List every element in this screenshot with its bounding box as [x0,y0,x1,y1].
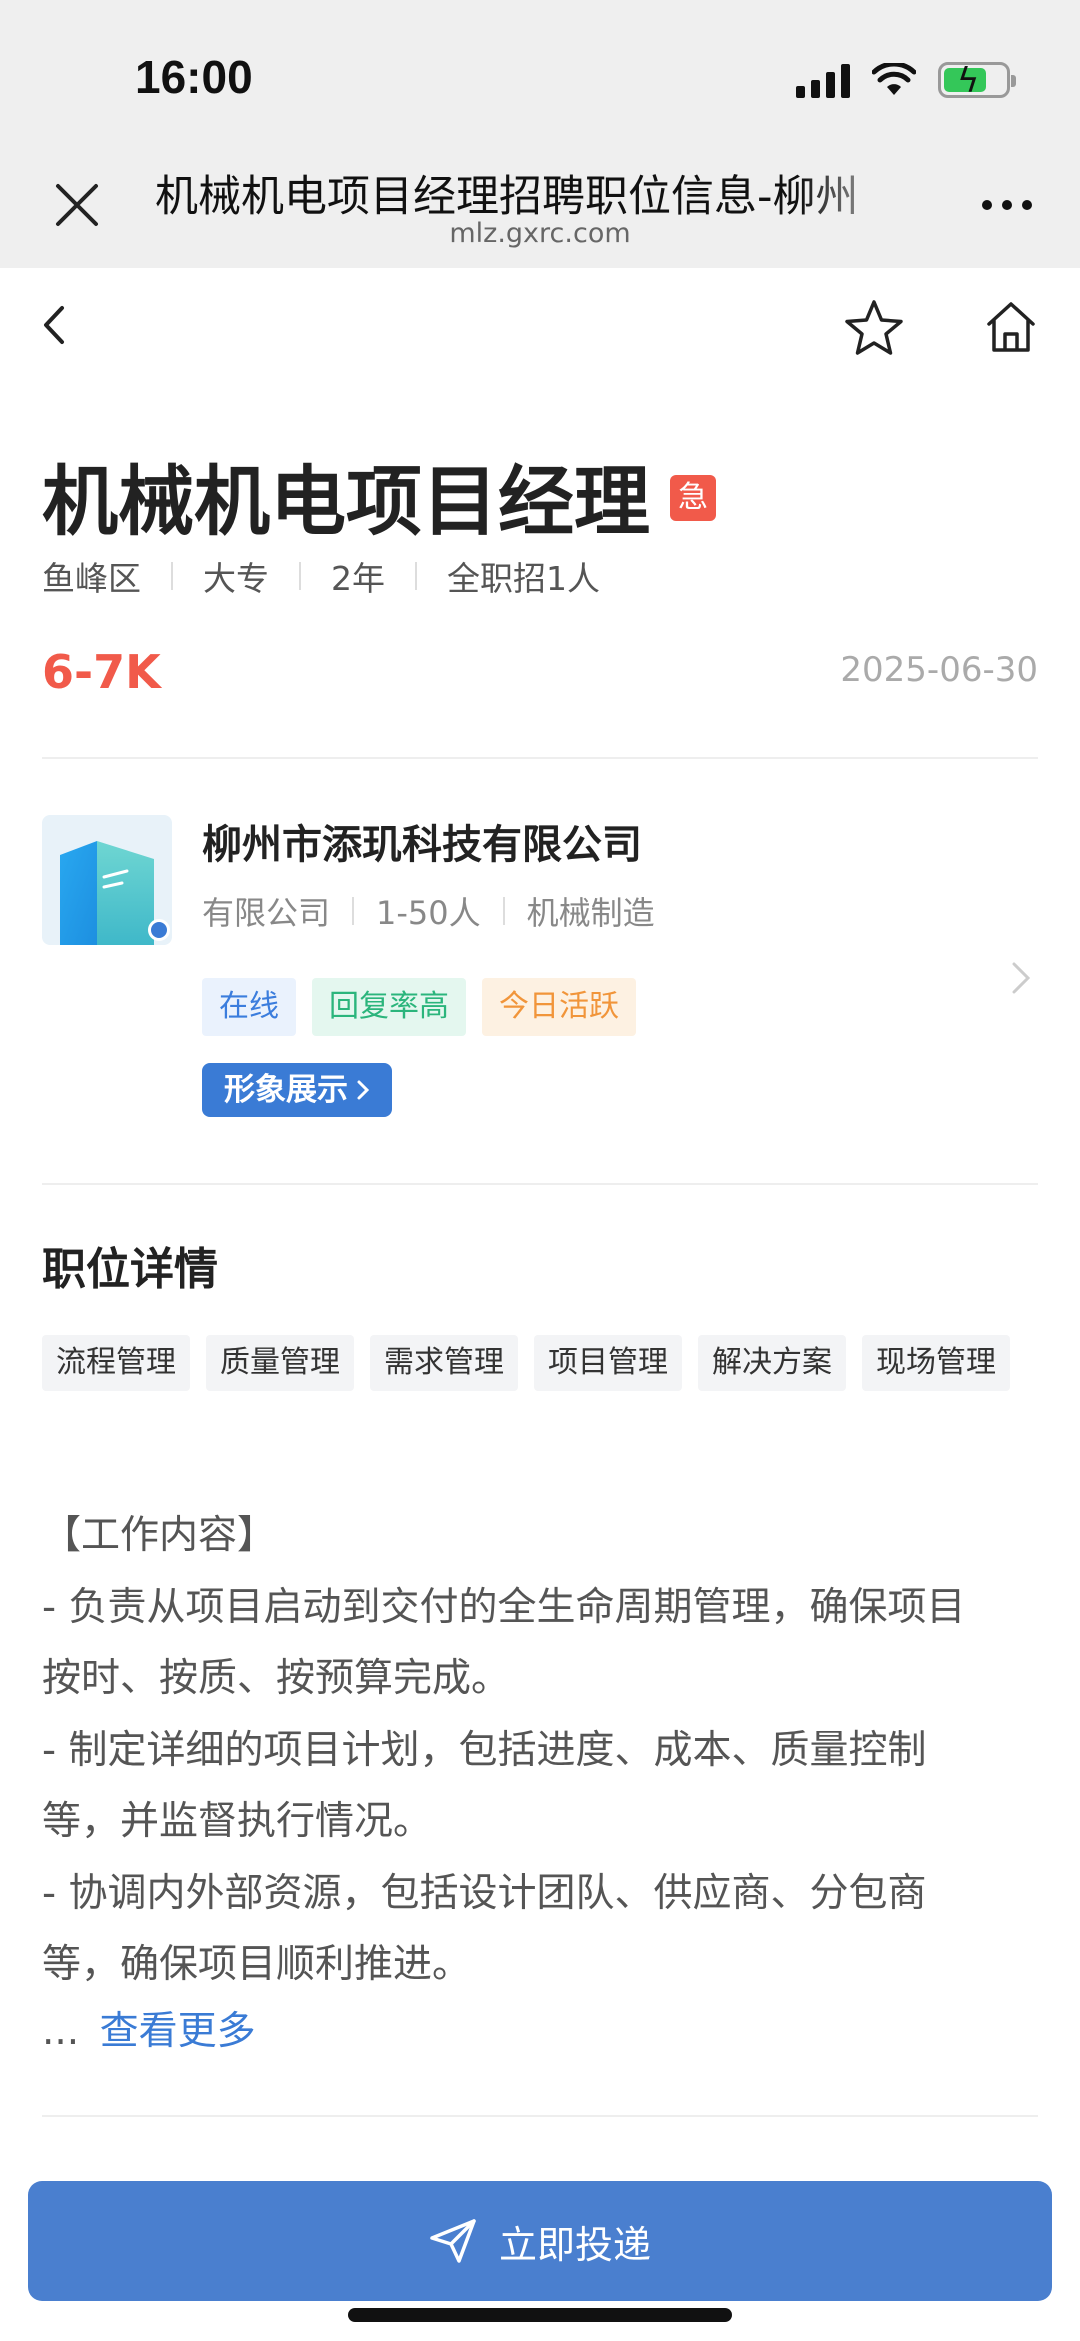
skill-tag: 现场管理 [862,1335,1010,1391]
description-line: 等，并监督执行情况。 [42,1799,433,1844]
description-line: 【工作内容】 [42,1513,277,1558]
divider [42,2115,1038,2117]
skill-tag: 项目管理 [534,1335,682,1391]
job-description: 【工作内容】 - 负责从项目启动到交付的全生命周期管理，确保项目 按时、按质、按… [42,1500,1042,2001]
browser-page-title: 机械机电项目经理招聘职位信息-柳州 [155,172,859,222]
company-logo [42,815,172,945]
skill-tag: 流程管理 [42,1335,190,1391]
company-industry: 机械制造 [526,894,655,932]
chevron-right-icon [357,1080,370,1100]
ellipsis: ... [42,2009,80,2054]
description-line: - 制定详细的项目计划，包括进度、成本、质量控制 [42,1727,927,1773]
company-meta: 有限公司 1-50人 机械制造 [202,888,655,934]
skill-tag: 需求管理 [370,1335,518,1391]
back-icon[interactable] [36,300,72,350]
status-time: 16:00 [135,51,253,103]
skill-tag: 质量管理 [206,1335,354,1391]
skill-tags: 流程管理 质量管理 需求管理 项目管理 解决方案 现场管理 [42,1335,1042,1391]
status-icons: ϟ [796,58,1016,102]
post-date: 2025-06-30 [840,650,1038,690]
online-dot [148,919,170,941]
separator [299,562,301,590]
see-more-link[interactable]: 查看更多 [100,2009,256,2054]
cellular-signal-icon [796,62,850,98]
description-line: - 协调内外部资源，包括设计团队、供应商、分包商 [42,1870,927,1916]
tag-active-today: 今日活跃 [482,978,636,1036]
description-line: - 负责从项目启动到交付的全生命周期管理，确保项目 [42,1584,966,1630]
divider [42,1183,1038,1185]
company-showcase-button[interactable]: 形象展示 [202,1063,392,1117]
section-title-job-details: 职位详情 [42,1244,218,1295]
apply-label: 立即投递 [498,2222,651,2267]
showcase-label: 形象展示 [224,1072,348,1108]
browser-url: mlz.gxrc.com [449,218,631,249]
chevron-right-icon[interactable] [1010,960,1032,996]
wifi-icon [872,63,916,95]
job-title-text: 机械机电项目经理 [42,457,650,546]
separator [502,897,505,925]
job-location: 鱼峰区 [42,559,141,598]
company-type: 有限公司 [202,894,331,932]
description-line: 按时、按质、按预算完成。 [42,1656,511,1701]
browser-chrome: 16:00 ϟ 机械机电项目经理招聘职位信息-柳州 mlz.gxrc.com [0,0,1080,268]
job-experience: 2年 [331,559,385,598]
separator [415,562,417,590]
home-icon[interactable] [985,300,1037,354]
job-education: 大专 [203,559,269,598]
skill-tag: 解决方案 [698,1335,846,1391]
see-more-row: ... 查看更多 [42,2000,256,2056]
job-type: 全职招1人 [447,559,600,598]
company-name[interactable]: 柳州市添玑科技有限公司 [202,812,642,870]
home-indicator[interactable] [348,2308,732,2322]
company-tags: 在线 回复率高 今日活跃 [202,978,636,1036]
job-title: 机械机电项目经理 急 [42,440,716,550]
tag-online: 在线 [202,978,296,1036]
star-icon[interactable] [843,298,905,358]
apply-now-button[interactable]: 立即投递 [28,2181,1052,2301]
separator [352,897,355,925]
description-line: 等，确保项目顺利推进。 [42,1942,472,1987]
urgent-badge: 急 [670,475,716,521]
battery-icon: ϟ [938,61,1016,101]
more-options-icon[interactable] [982,200,1032,210]
company-size: 1-50人 [376,894,481,932]
divider [42,757,1038,759]
separator [171,562,173,590]
salary: 6-7K [42,645,161,699]
tag-high-reply-rate: 回复率高 [312,978,466,1036]
send-icon [430,2219,476,2263]
job-meta: 鱼峰区 大专 2年 全职招1人 [42,552,600,600]
